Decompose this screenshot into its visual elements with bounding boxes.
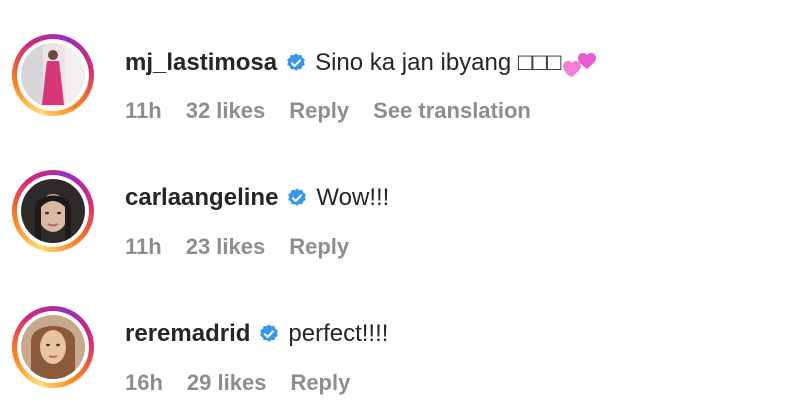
- timestamp[interactable]: 16h: [125, 370, 163, 396]
- avatar[interactable]: [12, 306, 94, 388]
- comment-line: reremadrid perfect!!!!: [125, 320, 388, 348]
- comment-meta: 11h 23 likes Reply: [125, 234, 373, 260]
- reply-button[interactable]: Reply: [289, 234, 349, 260]
- username[interactable]: carlaangeline: [125, 184, 278, 212]
- comment-item: reremadrid perfect!!!! 16h 29 likes Repl…: [0, 0, 800, 395]
- avatar[interactable]: [12, 170, 94, 252]
- comment-text: perfect!!!!: [288, 320, 389, 347]
- comment-meta: 16h 29 likes Reply: [125, 370, 374, 396]
- comment-text: Wow!!!: [316, 184, 390, 211]
- comment-line: carlaangeline Wow!!!: [125, 184, 389, 212]
- likes-count[interactable]: 29 likes: [187, 370, 267, 396]
- verified-badge-icon: [260, 324, 279, 342]
- verified-badge-icon: [288, 188, 307, 206]
- reply-button[interactable]: Reply: [290, 370, 350, 396]
- likes-count[interactable]: 23 likes: [186, 234, 266, 260]
- timestamp[interactable]: 11h: [125, 234, 162, 260]
- avatar-frame: [17, 175, 89, 247]
- avatar-photo: [21, 315, 85, 379]
- avatar-photo: [21, 179, 85, 243]
- avatar-frame: [17, 311, 89, 383]
- username[interactable]: reremadrid: [125, 320, 250, 348]
